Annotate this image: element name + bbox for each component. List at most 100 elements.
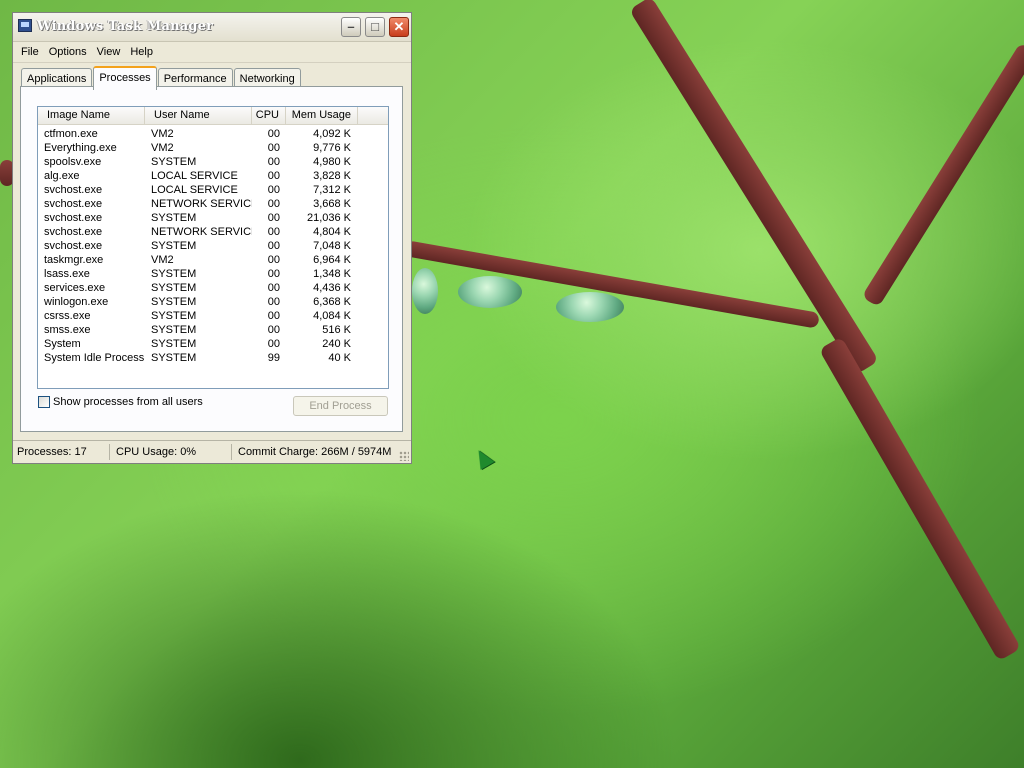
table-row[interactable]: System SYSTEM 00 240 K bbox=[38, 337, 388, 351]
table-row[interactable]: services.exe SYSTEM 00 4,436 K bbox=[38, 281, 388, 295]
process-image-name: svchost.exe bbox=[44, 184, 103, 196]
process-mem-usage: 1,348 K bbox=[313, 268, 351, 280]
process-user-name: SYSTEM bbox=[151, 212, 197, 224]
table-row[interactable]: svchost.exe SYSTEM 00 7,048 K bbox=[38, 239, 388, 253]
process-image-name: smss.exe bbox=[44, 324, 91, 336]
table-row[interactable]: System Idle Process SYSTEM 99 40 K bbox=[38, 351, 388, 365]
process-mem-usage: 40 K bbox=[328, 352, 351, 364]
show-all-users-checkbox[interactable] bbox=[38, 396, 50, 408]
process-cpu: 00 bbox=[267, 226, 280, 238]
resize-grip-icon[interactable] bbox=[399, 451, 409, 461]
process-list[interactable]: Image Name User Name CPU Mem Usage ctfmo… bbox=[37, 106, 389, 389]
process-user-name: SYSTEM bbox=[151, 268, 197, 280]
table-row[interactable]: lsass.exe SYSTEM 00 1,348 K bbox=[38, 267, 388, 281]
table-row[interactable]: svchost.exe SYSTEM 00 21,036 K bbox=[38, 211, 388, 225]
process-mem-usage: 9,776 K bbox=[313, 142, 351, 154]
process-user-name: LOCAL SERVICE bbox=[151, 184, 238, 196]
water-drop bbox=[412, 268, 438, 314]
table-row[interactable]: smss.exe SYSTEM 00 516 K bbox=[38, 323, 388, 337]
process-mem-usage: 7,312 K bbox=[313, 184, 351, 196]
process-mem-usage: 4,092 K bbox=[313, 128, 351, 140]
table-row[interactable]: spoolsv.exe SYSTEM 00 4,980 K bbox=[38, 155, 388, 169]
water-drop bbox=[458, 276, 522, 308]
show-all-users-label[interactable]: Show processes from all users bbox=[53, 396, 203, 408]
wallpaper-branch bbox=[628, 0, 879, 375]
table-row[interactable]: svchost.exe LOCAL SERVICE 00 7,312 K bbox=[38, 183, 388, 197]
task-manager-window: Windows Task Manager – □ ✕ File Options … bbox=[12, 12, 412, 464]
process-image-name: taskmgr.exe bbox=[44, 254, 104, 266]
process-user-name: VM2 bbox=[151, 128, 174, 140]
process-cpu: 00 bbox=[267, 240, 280, 252]
table-row[interactable]: ctfmon.exe VM2 00 4,092 K bbox=[38, 127, 388, 141]
process-cpu: 00 bbox=[267, 282, 280, 294]
menu-file[interactable]: File bbox=[16, 46, 44, 58]
menu-options[interactable]: Options bbox=[44, 46, 92, 58]
process-rows: ctfmon.exe VM2 00 4,092 K Everything.exe VM2 0… bbox=[38, 125, 388, 365]
process-image-name: System bbox=[44, 338, 81, 350]
water-drop bbox=[556, 292, 624, 322]
maximize-button[interactable]: □ bbox=[365, 17, 385, 37]
process-mem-usage: 240 K bbox=[322, 338, 351, 350]
column-cpu[interactable]: CPU bbox=[252, 107, 286, 124]
close-button[interactable]: ✕ bbox=[389, 17, 409, 37]
process-image-name: winlogon.exe bbox=[44, 296, 109, 308]
process-cpu: 00 bbox=[267, 296, 280, 308]
process-cpu: 00 bbox=[267, 254, 280, 266]
end-process-button[interactable]: End Process bbox=[293, 396, 388, 416]
table-row[interactable]: alg.exe LOCAL SERVICE 00 3,828 K bbox=[38, 169, 388, 183]
process-user-name: VM2 bbox=[151, 254, 174, 266]
task-manager-icon bbox=[18, 19, 32, 32]
process-image-name: services.exe bbox=[44, 282, 106, 294]
process-cpu: 00 bbox=[267, 268, 280, 280]
minimize-button[interactable]: – bbox=[341, 17, 361, 37]
process-image-name: svchost.exe bbox=[44, 212, 103, 224]
process-cpu: 00 bbox=[267, 142, 280, 154]
show-all-users-option[interactable]: Show processes from all users bbox=[38, 396, 203, 408]
processes-panel: Image Name User Name CPU Mem Usage ctfmo… bbox=[20, 86, 403, 432]
process-image-name: svchost.exe bbox=[44, 198, 103, 210]
status-processes: Processes: 17 bbox=[13, 444, 110, 460]
table-row[interactable]: Everything.exe VM2 00 9,776 K bbox=[38, 141, 388, 155]
process-mem-usage: 4,436 K bbox=[313, 282, 351, 294]
process-image-name: spoolsv.exe bbox=[44, 156, 102, 168]
title-bar[interactable]: Windows Task Manager – □ ✕ bbox=[13, 13, 411, 42]
menu-help[interactable]: Help bbox=[125, 46, 158, 58]
process-mem-usage: 6,368 K bbox=[313, 296, 351, 308]
process-user-name: NETWORK SERVICE bbox=[151, 198, 252, 210]
process-user-name: SYSTEM bbox=[151, 240, 197, 252]
table-row[interactable]: csrss.exe SYSTEM 00 4,084 K bbox=[38, 309, 388, 323]
process-cpu: 00 bbox=[267, 198, 280, 210]
process-cpu: 00 bbox=[267, 170, 280, 182]
menu-bar: File Options View Help bbox=[13, 42, 411, 63]
table-row[interactable]: svchost.exe NETWORK SERVICE 00 3,668 K bbox=[38, 197, 388, 211]
process-image-name: lsass.exe bbox=[44, 268, 90, 280]
status-commit-charge: Commit Charge: 266M / 5974M bbox=[238, 446, 392, 458]
process-mem-usage: 3,828 K bbox=[313, 170, 351, 182]
table-row[interactable]: winlogon.exe SYSTEM 00 6,368 K bbox=[38, 295, 388, 309]
column-image-name[interactable]: Image Name bbox=[38, 107, 145, 124]
process-user-name: SYSTEM bbox=[151, 352, 197, 364]
process-image-name: Everything.exe bbox=[44, 142, 117, 154]
column-filler bbox=[358, 107, 388, 124]
process-image-name: csrss.exe bbox=[44, 310, 91, 322]
process-image-name: ctfmon.exe bbox=[44, 128, 98, 140]
process-image-name: System Idle Process bbox=[44, 352, 145, 364]
process-cpu: 00 bbox=[267, 128, 280, 140]
window-title: Windows Task Manager bbox=[37, 19, 214, 34]
tab-processes[interactable]: Processes bbox=[93, 66, 157, 90]
process-user-name: VM2 bbox=[151, 142, 174, 154]
process-user-name: SYSTEM bbox=[151, 324, 197, 336]
process-mem-usage: 516 K bbox=[322, 324, 351, 336]
table-row[interactable]: taskmgr.exe VM2 00 6,964 K bbox=[38, 253, 388, 267]
menu-view[interactable]: View bbox=[92, 46, 126, 58]
process-list-header: Image Name User Name CPU Mem Usage bbox=[38, 107, 388, 125]
wallpaper-branch bbox=[861, 42, 1024, 308]
process-image-name: svchost.exe bbox=[44, 240, 103, 252]
process-user-name: SYSTEM bbox=[151, 296, 197, 308]
process-cpu: 00 bbox=[267, 156, 280, 168]
column-mem-usage[interactable]: Mem Usage bbox=[286, 107, 358, 124]
process-cpu: 99 bbox=[267, 352, 280, 364]
process-user-name: SYSTEM bbox=[151, 156, 197, 168]
column-user-name[interactable]: User Name bbox=[145, 107, 252, 124]
table-row[interactable]: svchost.exe NETWORK SERVICE 00 4,804 K bbox=[38, 225, 388, 239]
